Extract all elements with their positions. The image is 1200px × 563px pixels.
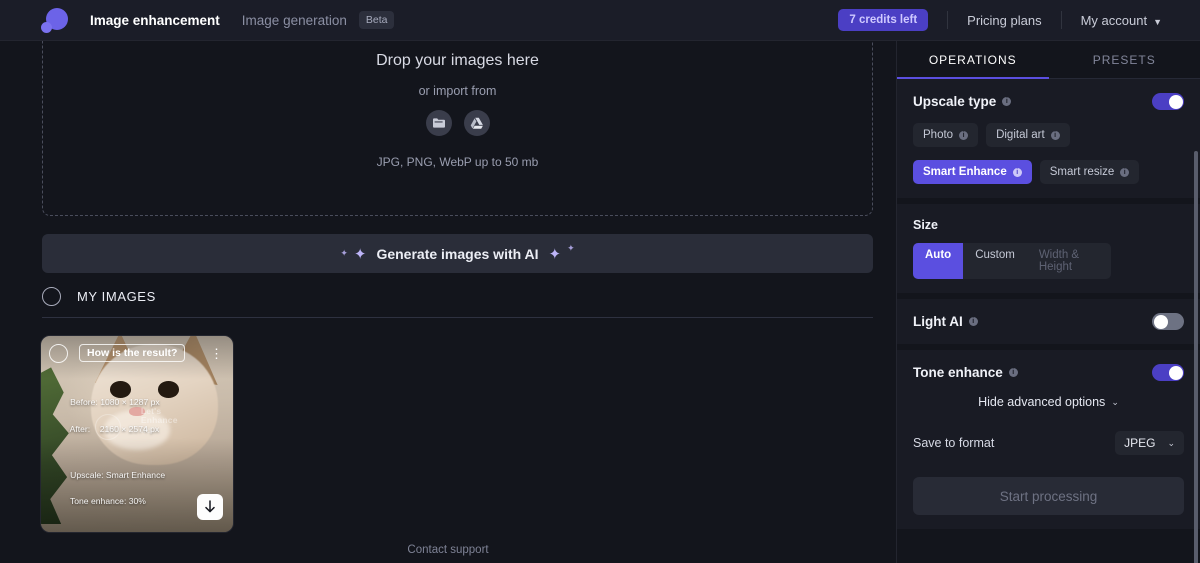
credits-badge[interactable]: 7 credits left — [838, 9, 929, 31]
card-toolbar: How is the result? ⋮ — [41, 336, 233, 370]
import-from-label: or import from — [418, 84, 497, 98]
save-format-row: Save to format JPEG ⌄ — [913, 431, 1184, 455]
operations-panel: OPERATIONS PRESETS Upscale type i Photo … — [896, 41, 1200, 563]
upscale-type-header: Upscale type i — [913, 93, 1184, 110]
chip-label: Photo — [923, 129, 954, 141]
chip-label: Digital art — [996, 129, 1045, 141]
section-divider — [42, 317, 873, 318]
tone-enhance-header: Tone enhance i — [913, 364, 1184, 381]
folder-icon[interactable] — [425, 110, 452, 136]
upscale-option-photo[interactable]: Photo i — [913, 123, 979, 147]
upscale-options-row-2: Smart Enhance i Smart resize i — [913, 160, 1184, 184]
header-actions: 7 credits left Pricing plans My account ▼ — [838, 9, 1162, 31]
upscale-option-smart-enhance[interactable]: Smart Enhance i — [913, 160, 1032, 184]
size-title: Size — [913, 218, 939, 232]
more-options-icon[interactable]: ⋮ — [208, 347, 225, 360]
dropzone-title: Drop your images here — [376, 52, 539, 69]
info-icon[interactable]: i — [968, 317, 978, 326]
light-ai-section: Light AI i — [897, 299, 1200, 344]
folder-glyph — [432, 118, 445, 128]
advanced-options-label: Hide advanced options — [978, 395, 1106, 409]
my-images-label: MY IMAGES — [77, 289, 156, 304]
panel-tabs: OPERATIONS PRESETS — [897, 41, 1200, 79]
contact-support-link[interactable]: Contact support — [0, 544, 896, 556]
chevron-down-icon: ▼ — [1153, 16, 1162, 27]
upscale-option-smart-resize[interactable]: Smart resize i — [1039, 160, 1140, 184]
size-option-auto[interactable]: Auto — [913, 243, 964, 279]
hide-advanced-options-button[interactable]: Hide advanced options ⌄ — [913, 381, 1184, 409]
size-segmented-control: Auto Custom Width & Height — [913, 243, 1111, 279]
upscale-option-digital-art[interactable]: Digital art i — [986, 123, 1070, 147]
info-icon[interactable]: i — [1002, 97, 1012, 106]
light-ai-title: Light AI — [913, 314, 963, 329]
save-format-value: JPEG — [1124, 436, 1156, 450]
save-format-select[interactable]: JPEG ⌄ — [1115, 431, 1184, 455]
header-divider-2 — [1060, 11, 1062, 29]
supported-formats: JPG, PNG, WebP up to 50 mb — [376, 155, 539, 169]
tone-enhance-toggle[interactable] — [1152, 364, 1184, 381]
my-account-menu[interactable]: My account ▼ — [1081, 13, 1162, 28]
info-icon[interactable]: i — [1050, 130, 1060, 140]
tab-operations[interactable]: OPERATIONS — [897, 41, 1049, 79]
main-content: Drop your images here or import from JPG… — [0, 41, 896, 563]
nav-item-image-generation[interactable]: Image generation — [242, 13, 347, 28]
sparkle-icon: ✦ — [548, 245, 562, 263]
main-nav: Image enhancement Image generation Beta — [90, 11, 395, 29]
sparkle-icon: ✦ — [340, 248, 348, 258]
sparkle-icon: ✦ — [353, 245, 367, 263]
light-ai-header: Light AI i — [913, 313, 1184, 330]
download-arrow-icon[interactable] — [197, 494, 223, 520]
beta-badge: Beta — [358, 11, 395, 29]
download-glyph — [205, 499, 215, 512]
size-option-custom[interactable]: Custom — [963, 243, 1027, 279]
image-select-checkbox[interactable] — [49, 343, 68, 363]
nav-item-image-enhancement[interactable]: Image enhancement — [90, 13, 220, 28]
size-option-width-height: Width & Height — [1038, 249, 1080, 273]
my-images-header: MY IMAGES — [42, 287, 873, 306]
upscale-type-title: Upscale type — [913, 94, 997, 109]
info-icon[interactable]: i — [1008, 368, 1018, 377]
size-section: Size Auto Custom Width & Height — [897, 204, 1200, 293]
pricing-plans-link[interactable]: Pricing plans — [967, 13, 1041, 28]
my-account-label: My account — [1080, 12, 1148, 28]
app-root: Image enhancement Image generation Beta … — [0, 0, 1200, 563]
top-header: Image enhancement Image generation Beta … — [0, 0, 1200, 41]
meta-after: After: 2160 × 2574 px — [69, 423, 160, 434]
import-sources — [425, 110, 490, 136]
google-drive-icon[interactable] — [463, 110, 490, 136]
save-format-label: Save to format — [913, 436, 995, 450]
chevron-down-icon: ⌄ — [1111, 396, 1119, 407]
image-metadata: Before: 1080 × 1287 px After: 2160 × 257… — [51, 383, 166, 522]
drive-glyph — [470, 117, 483, 129]
generate-with-ai-label: Generate images with AI — [376, 245, 539, 262]
header-divider-1 — [947, 11, 949, 29]
panel-scrollbar[interactable] — [1194, 151, 1198, 563]
meta-before: Before: 1080 × 1287 px — [70, 397, 160, 408]
start-processing-button[interactable]: Start processing — [913, 477, 1184, 515]
upscale-type-section: Upscale type i Photo i Digital art i Sma… — [897, 79, 1200, 198]
sparkle-icon: ✦ — [567, 243, 575, 253]
meta-upscale: Upscale: Smart Enhance — [70, 469, 166, 480]
info-icon[interactable]: i — [959, 130, 969, 140]
generate-with-ai-button[interactable]: ✦ ✦ Generate images with AI ✦ ✦ — [42, 234, 873, 273]
upscale-type-toggle[interactable] — [1152, 93, 1184, 110]
info-icon[interactable]: i — [1120, 167, 1130, 177]
select-all-images-checkbox[interactable] — [42, 287, 61, 306]
chip-label: Smart Enhance — [923, 166, 1007, 178]
tone-enhance-section: Tone enhance i Hide advanced options ⌄ S… — [897, 350, 1200, 529]
chip-label: Smart resize — [1049, 166, 1115, 178]
image-result-card[interactable]: Let's Enhance .io How is the result? ⋮ B… — [41, 336, 233, 532]
upscale-options-row-1: Photo i Digital art i — [913, 123, 1184, 147]
tone-enhance-title: Tone enhance — [913, 365, 1003, 380]
brand-logo-icon[interactable] — [40, 7, 70, 33]
meta-tone: Tone enhance: 30% — [69, 496, 146, 507]
how-is-the-result-button[interactable]: How is the result? — [79, 344, 186, 362]
chevron-down-icon: ⌄ — [1167, 437, 1175, 448]
tab-presets[interactable]: PRESETS — [1049, 41, 1200, 78]
upload-dropzone[interactable]: Drop your images here or import from JPG… — [42, 41, 873, 216]
info-icon[interactable]: i — [1012, 167, 1022, 177]
light-ai-toggle[interactable] — [1152, 313, 1184, 330]
